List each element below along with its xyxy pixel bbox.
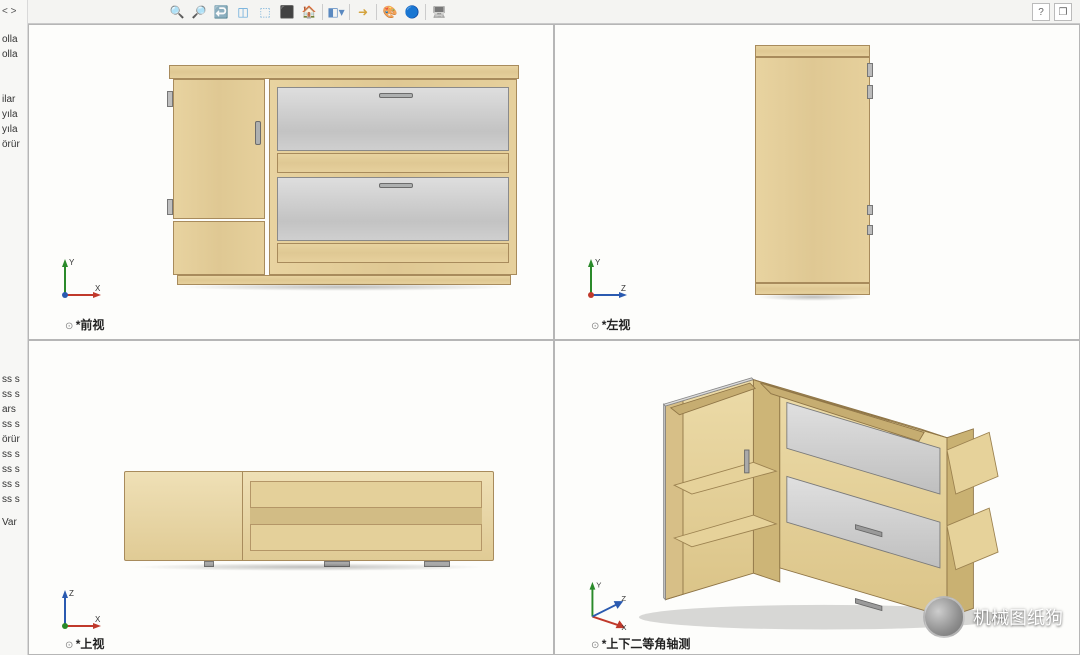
triad-xy: YX: [57, 257, 103, 303]
svg-text:Y: Y: [69, 258, 75, 267]
eye-icon: ⊙: [65, 321, 70, 332]
triad-xyz: Y Z X: [577, 578, 631, 632]
view-name: *前视: [76, 318, 105, 332]
model-left: [755, 45, 870, 295]
svg-text:Y: Y: [596, 581, 601, 590]
tree-item[interactable]: ss s: [2, 462, 20, 477]
toolbar-separator: [376, 4, 377, 20]
toolbar-separator: [349, 4, 350, 20]
eye-icon: ⊙: [591, 640, 596, 651]
view-toolbar: 🔍 🔎 ↩️ ◫ ⬚ ⬛ 🏠 ◧▾ ➜ 🎨 🔵 🖥 ? ❐: [28, 0, 1080, 24]
arrow-icon[interactable]: ➜: [354, 3, 372, 21]
tree-item[interactable]: ss s: [2, 372, 20, 387]
tree-item[interactable]: örür: [2, 432, 20, 447]
viewport-window-controls: ? ❐: [1032, 3, 1072, 21]
panel-nav[interactable]: < >: [2, 6, 16, 24]
viewport-left[interactable]: YZ ⊙ *左视: [554, 24, 1080, 340]
watermark-text: 机械图纸狗: [973, 604, 1063, 630]
tree-item[interactable]: ss s: [2, 477, 20, 492]
view-name: *上视: [76, 637, 105, 651]
section-view-icon[interactable]: ◫: [234, 3, 252, 21]
appearance-icon[interactable]: 🔵: [403, 3, 421, 21]
tree-item[interactable]: ss s: [2, 417, 20, 432]
view-label: ⊙ *前视: [65, 316, 104, 333]
watermark-avatar: [923, 596, 965, 638]
scene-icon[interactable]: 🏠: [300, 3, 318, 21]
tree-item[interactable]: olla: [2, 32, 18, 47]
panel-next[interactable]: >: [11, 6, 17, 17]
zoom-fit-icon[interactable]: 🔍: [168, 3, 186, 21]
view-label: ⊙ *上下二等角轴测: [591, 635, 690, 652]
tree-item[interactable]: ss s: [2, 387, 20, 402]
main-area: 🔍 🔎 ↩️ ◫ ⬚ ⬛ 🏠 ◧▾ ➜ 🎨 🔵 🖥 ? ❐: [28, 0, 1080, 655]
view-cube-icon[interactable]: ⬚: [256, 3, 274, 21]
svg-text:Z: Z: [69, 589, 74, 598]
svg-text:X: X: [95, 284, 101, 293]
view-label: ⊙ *上视: [65, 635, 104, 652]
tree-item[interactable]: yıla: [2, 122, 18, 137]
svg-text:X: X: [95, 615, 101, 624]
triad-xz: ZX: [57, 588, 103, 634]
panel-prev[interactable]: <: [2, 6, 8, 17]
svg-text:X: X: [621, 623, 626, 632]
model-iso: [595, 349, 1035, 639]
monitor-icon[interactable]: 🖥: [430, 3, 448, 21]
viewport-grid: YX ⊙ *前视: [28, 24, 1080, 655]
tree-item[interactable]: olla: [2, 47, 18, 62]
svg-text:Z: Z: [621, 594, 626, 603]
tree-item[interactable]: yıla: [2, 107, 18, 122]
toolbar-separator: [425, 4, 426, 20]
feature-tree-panel[interactable]: < > olla olla ilar yıla yıla örür ss s s…: [0, 0, 28, 655]
viewport-top[interactable]: ZX ⊙ *上视: [28, 340, 554, 655]
model-front: [169, 65, 519, 285]
triad-yz: YZ: [583, 257, 629, 303]
tree-item[interactable]: ilar: [2, 92, 15, 107]
watermark: 机械图纸狗: [923, 596, 1063, 638]
viewport-iso[interactable]: Y Z X ⊙ *上下二等角轴测 机械图纸狗: [554, 340, 1080, 655]
prev-view-icon[interactable]: ↩️: [212, 3, 230, 21]
tree-item[interactable]: Var: [2, 515, 17, 530]
app-root: < > olla olla ilar yıla yıla örür ss s s…: [0, 0, 1080, 655]
render-icon[interactable]: ⬛: [278, 3, 296, 21]
tree-item[interactable]: ss s: [2, 492, 20, 507]
svg-text:Z: Z: [621, 284, 626, 293]
view-name: *左视: [602, 318, 631, 332]
view-label: ⊙ *左视: [591, 316, 630, 333]
model-top: [124, 471, 494, 561]
tree-item[interactable]: örür: [2, 137, 20, 152]
zoom-area-icon[interactable]: 🔎: [190, 3, 208, 21]
svg-text:Y: Y: [595, 258, 601, 267]
toolbar-separator: [322, 4, 323, 20]
restore-button[interactable]: ❐: [1054, 3, 1072, 21]
help-button[interactable]: ?: [1032, 3, 1050, 21]
tree-item[interactable]: ss s: [2, 447, 20, 462]
decal-icon[interactable]: 🎨: [381, 3, 399, 21]
viewport-front[interactable]: YX ⊙ *前视: [28, 24, 554, 340]
eye-icon: ⊙: [591, 321, 596, 332]
eye-icon: ⊙: [65, 640, 70, 651]
view-name: *上下二等角轴测: [602, 637, 691, 651]
display-state-icon[interactable]: ◧▾: [327, 3, 345, 21]
tree-item[interactable]: ars: [2, 402, 16, 417]
